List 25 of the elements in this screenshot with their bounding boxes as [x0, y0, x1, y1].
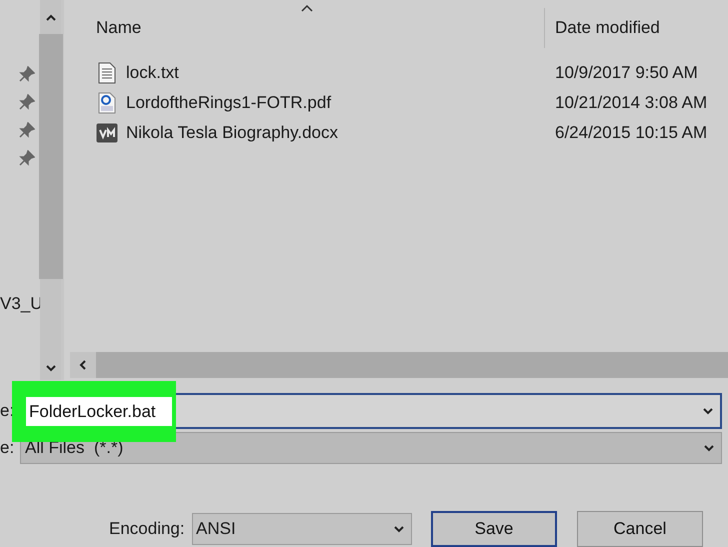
- dialog-button[interactable]: Cancel: [577, 511, 703, 547]
- file-name[interactable]: Nikola Tesla Biography.docx: [126, 123, 338, 143]
- pdf-file-icon: [98, 92, 116, 114]
- date-modified: 10/9/2017 9:50 AM: [554, 63, 698, 83]
- pin-icon[interactable]: [19, 94, 35, 110]
- date-modified: 10/21/2014 3:08 AM: [554, 93, 708, 113]
- file-name-input[interactable]: FolderLocker.bat: [26, 397, 172, 426]
- vm-file-icon: [96, 123, 118, 143]
- vertical-scrollbar[interactable]: [40, 0, 64, 380]
- field-label: e:: [0, 438, 12, 458]
- scroll-thumb[interactable]: [38, 34, 62, 279]
- sort-up-icon: [301, 4, 313, 12]
- encoding-label: Encoding:: [109, 519, 186, 539]
- pin-icon[interactable]: [19, 66, 35, 82]
- column-header[interactable]: Date modified: [544, 8, 728, 48]
- file-name[interactable]: LordoftheRings1-FOTR.pdf: [126, 93, 332, 113]
- dialog-button[interactable]: Save: [431, 511, 557, 547]
- file-name[interactable]: lock.txt: [126, 63, 179, 83]
- field-label: e:: [0, 401, 12, 421]
- date-modified: 6/24/2015 10:15 AM: [554, 123, 708, 143]
- pin-icon[interactable]: [19, 122, 35, 138]
- encoding-dropdown[interactable]: ANSI: [192, 513, 412, 545]
- pin-icon[interactable]: [19, 150, 35, 166]
- column-header[interactable]: Name: [70, 8, 544, 48]
- text-file-icon: [98, 62, 116, 84]
